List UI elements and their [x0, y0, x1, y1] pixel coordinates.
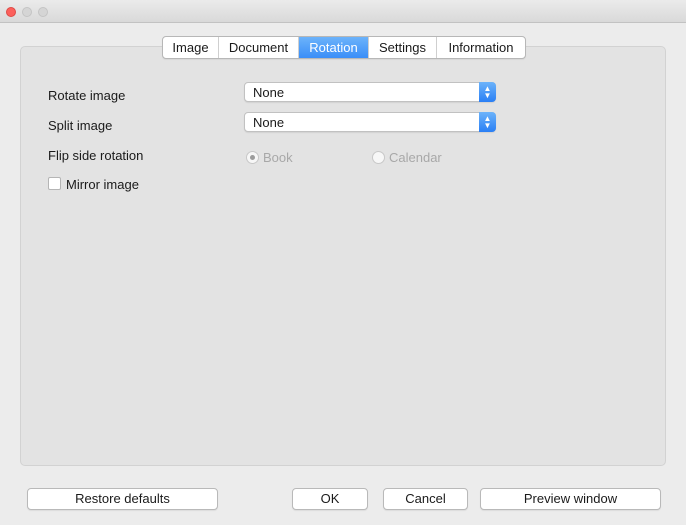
tab-document[interactable]: Document: [219, 37, 299, 58]
close-window-icon[interactable]: [6, 7, 16, 17]
radio-unselected-icon: [372, 151, 385, 164]
minimize-window-icon[interactable]: [22, 7, 32, 17]
radio-selected-icon: [246, 151, 259, 164]
tab-information[interactable]: Information: [437, 37, 525, 58]
ok-button[interactable]: OK: [292, 488, 368, 510]
flip-side-rotation-label: Flip side rotation: [48, 148, 144, 163]
rotate-image-select[interactable]: None ▲ ▼: [244, 82, 496, 102]
split-image-value: None: [253, 115, 285, 130]
rotate-image-label: Rotate image: [48, 88, 126, 103]
tab-image[interactable]: Image: [163, 37, 219, 58]
select-stepper-icon: ▲ ▼: [479, 112, 496, 132]
cancel-button[interactable]: Cancel: [383, 488, 468, 510]
preview-window-button[interactable]: Preview window: [480, 488, 661, 510]
radio-calendar-label: Calendar: [389, 150, 442, 165]
radio-calendar[interactable]: Calendar: [372, 150, 442, 165]
title-bar: [0, 0, 686, 23]
zoom-window-icon[interactable]: [38, 7, 48, 17]
radio-book-label: Book: [263, 150, 293, 165]
split-image-select[interactable]: None ▲ ▼: [244, 112, 496, 132]
split-image-label: Split image: [48, 118, 113, 133]
tab-settings[interactable]: Settings: [369, 37, 437, 58]
tab-bar: Image Document Rotation Settings Informa…: [162, 36, 526, 59]
select-stepper-icon: ▲ ▼: [479, 82, 496, 102]
mirror-image-checkbox[interactable]: [48, 177, 61, 190]
mirror-image-label: Mirror image: [66, 177, 139, 192]
tab-rotation[interactable]: Rotation: [299, 37, 369, 58]
radio-book[interactable]: Book: [246, 150, 293, 165]
tab-content-panel: [20, 46, 666, 466]
restore-defaults-button[interactable]: Restore defaults: [27, 488, 218, 510]
rotate-image-value: None: [253, 85, 285, 100]
